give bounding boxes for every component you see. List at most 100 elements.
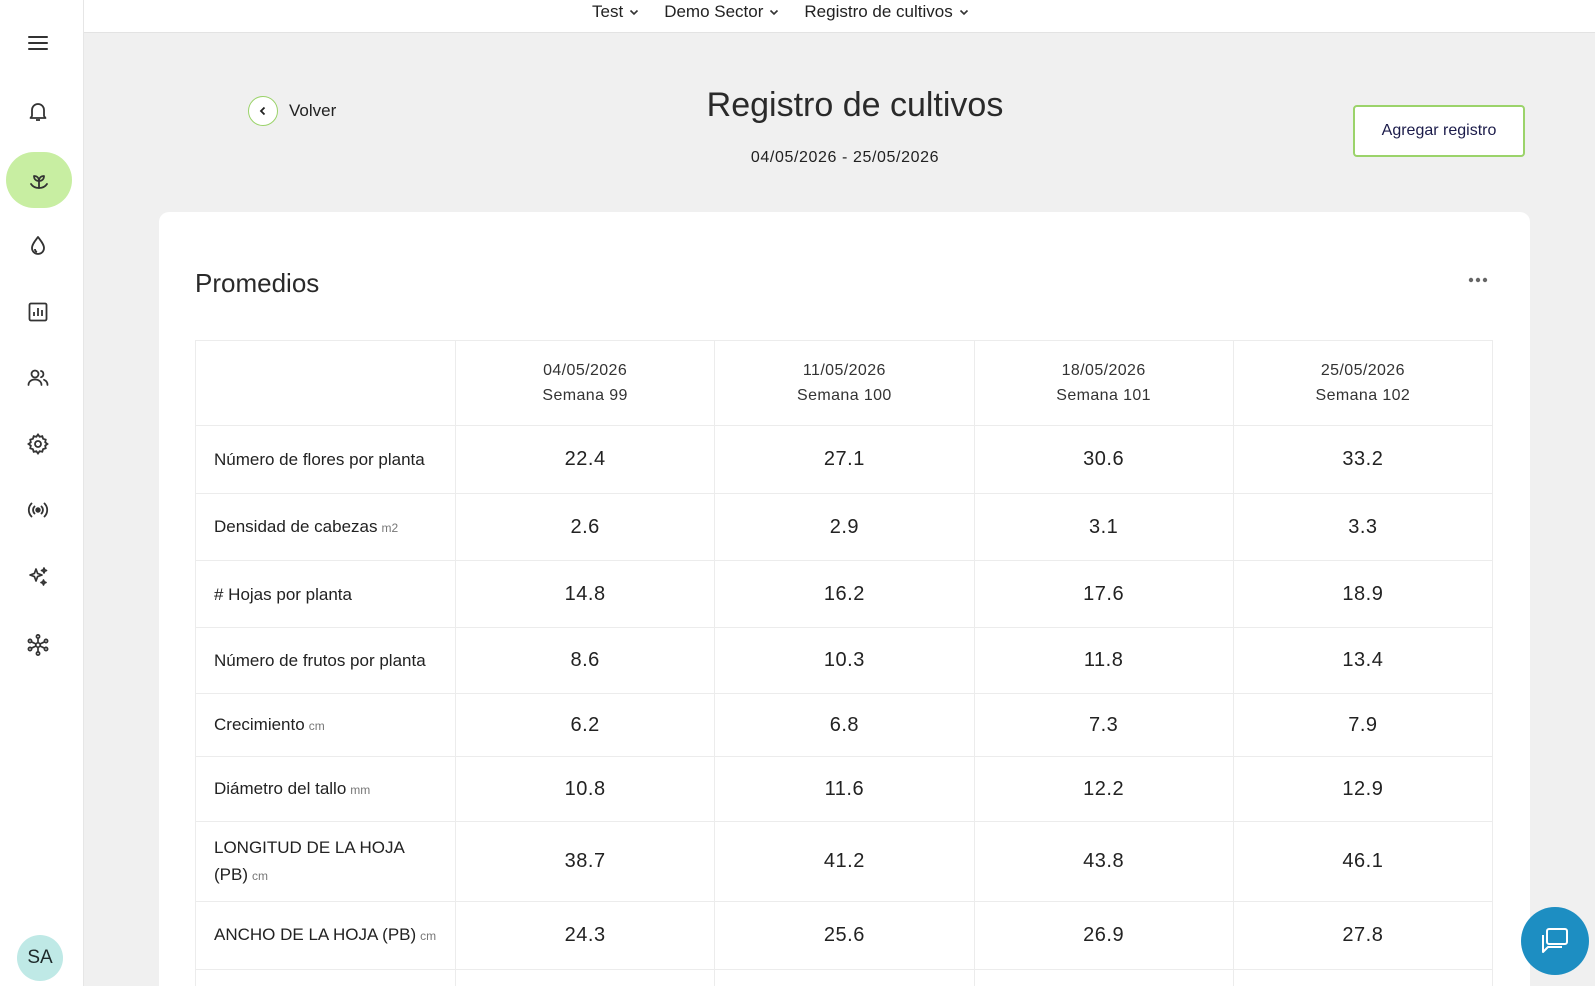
column-date: 25/05/2026 <box>1320 362 1405 379</box>
users-icon <box>27 369 49 386</box>
row-label-text: Crecimiento <box>214 714 305 734</box>
table-cell: 43.8 <box>973 821 1234 902</box>
crumb-label: Test <box>592 2 624 21</box>
back-label: Volver <box>289 101 337 120</box>
plant-icon <box>30 175 48 189</box>
table-cell: 22.4 <box>454 425 716 494</box>
table-row: Diámetro del tallo mm 10.8 11.6 12.2 12.9 <box>195 756 1494 822</box>
chevron-left-icon <box>259 106 266 116</box>
sidebar-item-sensors[interactable] <box>18 490 58 530</box>
table-cell: 16.2 <box>714 560 975 628</box>
row-label-text: Número de frutos por planta <box>214 651 426 670</box>
sidebar-item-reports[interactable] <box>18 292 58 332</box>
row-label: Densidad de cabezas m2 <box>195 493 456 561</box>
column-date: 11/05/2026 <box>802 362 886 379</box>
row-unit: cm <box>420 929 437 943</box>
table-row <box>195 969 1494 986</box>
sparkle-icon <box>29 567 48 586</box>
table-cell <box>454 969 716 986</box>
row-unit: cm <box>252 868 268 883</box>
table-cell: 14.8 <box>454 560 716 628</box>
row-label <box>195 969 456 986</box>
sidebar-item-users[interactable] <box>18 358 58 398</box>
row-label-text: Densidad de cabezas <box>214 516 378 536</box>
table-cell: 24.3 <box>454 901 716 970</box>
table-row: Número de flores por planta 22.4 27.1 30… <box>195 425 1494 494</box>
table-cell: 3.1 <box>973 493 1234 561</box>
chevron-down-icon <box>959 9 968 16</box>
averages-card: Promedios 04/05/2026 Semana 99 11/05/2026… <box>159 212 1530 986</box>
menu-button[interactable] <box>18 23 58 63</box>
sidebar-item-crops[interactable] <box>6 152 72 208</box>
sidebar-item-ai[interactable] <box>18 557 58 597</box>
row-label-text: Diámetro del tallo <box>214 778 347 798</box>
card-title: Promedios <box>195 268 320 298</box>
column-week: Semana 102 <box>1315 387 1411 404</box>
row-label: # Hojas por planta <box>195 560 456 628</box>
gear-icon <box>26 432 49 456</box>
row-label: Crecimiento cm <box>195 693 456 757</box>
crumb-organization[interactable]: Test <box>592 2 640 22</box>
row-label-text: Número de flores por planta <box>214 450 425 469</box>
sidebar-item-settings[interactable] <box>18 424 58 464</box>
chat-icon <box>1542 928 1568 953</box>
column-header: 25/05/2026 Semana 102 <box>1232 340 1494 426</box>
table-cell: 11.6 <box>714 756 975 822</box>
crumb-sector[interactable]: Demo Sector <box>664 2 780 22</box>
table-cell: 10.8 <box>454 756 716 822</box>
chevron-down-icon <box>770 9 779 16</box>
sidebar-item-notifications[interactable] <box>18 91 58 131</box>
add-record-button[interactable]: Agregar registro <box>1353 105 1525 157</box>
table-cell: 17.6 <box>973 560 1234 628</box>
averages-table: 04/05/2026 Semana 99 11/05/2026 Semana 100… <box>195 340 1494 986</box>
table-cell: 33.2 <box>1232 425 1494 494</box>
crumb-section[interactable]: Registro de cultivos <box>804 2 969 22</box>
table-row: ANCHO DE LA HOJA (PB) cm 24.3 25.6 26.9 2… <box>195 901 1494 970</box>
table-cell: 13.4 <box>1232 627 1494 694</box>
table-row: # Hojas por planta 14.8 16.2 17.6 18.9 <box>195 560 1494 628</box>
breadcrumb: Test Demo Sector Registro de cultivos <box>592 0 970 24</box>
back-circle[interactable] <box>248 96 278 126</box>
table-cell: 2.9 <box>714 493 975 561</box>
more-horizontal-icon <box>1468 277 1488 283</box>
chevron-down-icon <box>630 9 639 16</box>
bar-chart-icon <box>28 302 48 322</box>
row-unit: m2 <box>381 520 399 535</box>
chat-button[interactable] <box>1521 907 1589 975</box>
column-week: Semana 100 <box>797 387 892 404</box>
header-empty-cell <box>195 340 456 426</box>
row-label: ANCHO DE LA HOJA (PB) cm <box>195 901 456 970</box>
sidebar-item-irrigation[interactable] <box>18 226 58 266</box>
bell-icon <box>29 103 47 121</box>
column-week: Semana 99 <box>542 387 628 404</box>
table-cell: 30.6 <box>973 425 1234 494</box>
table-header-row: 04/05/2026 Semana 99 11/05/2026 Semana 100… <box>195 340 1494 426</box>
row-unit: cm <box>308 718 325 733</box>
row-label-text: LONGITUD DE LA HOJA (PB) <box>214 837 404 884</box>
sidebar-item-integrations[interactable] <box>18 625 58 665</box>
table-row: Número de frutos por planta 8.6 10.3 11.… <box>195 627 1494 694</box>
back-button[interactable]: Volver <box>248 96 336 126</box>
table-cell: 6.8 <box>714 693 975 757</box>
column-header: 11/05/2026 Semana 100 <box>714 340 975 426</box>
table-row: LONGITUD DE LA HOJA (PB) cm 38.7 41.2 43.… <box>195 821 1494 902</box>
table-cell: 38.7 <box>454 821 716 902</box>
table-cell <box>714 969 975 986</box>
row-label: Número de frutos por planta <box>195 627 456 694</box>
table-cell: 41.2 <box>714 821 975 902</box>
page-title: Registro de cultivos <box>706 86 1004 124</box>
network-icon <box>27 634 49 656</box>
row-label-text: # Hojas por planta <box>214 584 352 604</box>
column-header: 04/05/2026 Semana 99 <box>454 340 716 426</box>
menu-icon <box>28 36 48 50</box>
table-cell: 3.3 <box>1232 493 1494 561</box>
column-header: 18/05/2026 Semana 101 <box>973 340 1234 426</box>
more-options-button[interactable] <box>1463 270 1493 290</box>
table-cell: 12.2 <box>973 756 1234 822</box>
avatar[interactable]: SA <box>17 935 63 981</box>
table-cell: 25.6 <box>714 901 975 970</box>
crumb-label: Demo Sector <box>664 2 764 21</box>
sidebar: SA <box>0 0 84 986</box>
table-cell: 2.6 <box>454 493 716 561</box>
table-cell: 11.8 <box>973 627 1234 694</box>
